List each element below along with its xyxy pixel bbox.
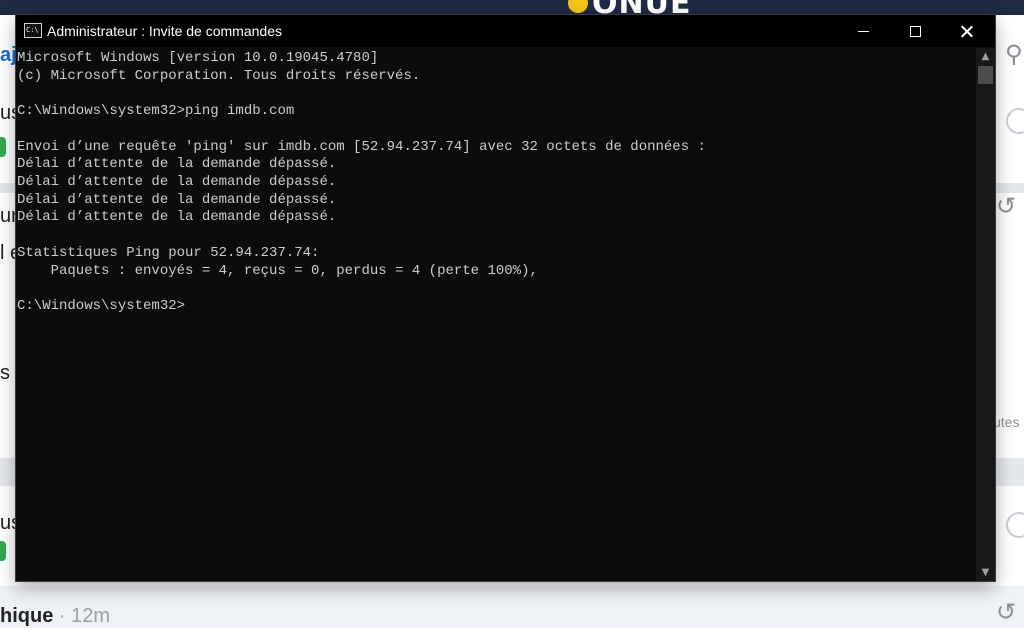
console-line: Statistiques Ping pour 52.94.237.74: (17, 245, 320, 261)
console-line: Délai d’attente de la demande dépassé. (17, 192, 337, 208)
scrollbar-thumb[interactable] (978, 66, 993, 84)
console-output[interactable]: Microsoft Windows [version 10.0.19045.47… (16, 48, 976, 581)
console-line: C:\Windows\system32>ping imdb.com (17, 103, 295, 119)
console-line: Délai d’attente de la demande dépassé. (17, 209, 337, 225)
console-line: Envoi d’une requête 'ping' sur imdb.com … (17, 139, 706, 155)
background-logo: ONUE (568, 0, 691, 16)
background-post-title: hique · 12m (0, 605, 110, 628)
history-icon[interactable]: ↺ (996, 192, 1016, 220)
background-text-snippet: s (0, 362, 10, 384)
post-time: · 12m (58, 605, 111, 627)
scroll-up-icon[interactable]: ▲ (976, 48, 995, 65)
vertical-scrollbar[interactable]: ▲ ▼ (976, 48, 995, 581)
console-line: (c) Microsoft Corporation. Tous droits r… (17, 68, 421, 84)
close-button[interactable] (944, 15, 990, 47)
background-link-snippet[interactable]: aj (0, 44, 17, 67)
window-title: Administrateur : Invite de commandes (47, 23, 282, 39)
command-prompt-window[interactable]: C:\ Administrateur : Invite de commandes… (16, 15, 995, 581)
background-side-label: utes (993, 414, 1020, 430)
maximize-button[interactable] (892, 15, 938, 47)
maximize-icon (909, 25, 921, 37)
console-prompt[interactable]: C:\Windows\system32> (17, 297, 185, 315)
status-indicator (0, 541, 6, 561)
status-indicator (0, 137, 6, 157)
close-icon (961, 25, 973, 37)
history-icon[interactable]: ↺ (996, 598, 1016, 626)
cmd-app-icon[interactable]: C:\ (24, 23, 42, 38)
logo-dot (568, 0, 588, 13)
console-line: Délai d’attente de la demande dépassé. (17, 156, 337, 172)
console-line: Microsoft Windows [version 10.0.19045.47… (17, 50, 379, 66)
console-line: Paquets : envoyés = 4, reçus = 0, perdus… (17, 263, 538, 279)
search-icon[interactable]: ⚲ (1005, 40, 1023, 68)
title-bar[interactable]: C:\ Administrateur : Invite de commandes (16, 15, 995, 47)
minimize-button[interactable] (840, 15, 886, 47)
minimize-icon (857, 30, 869, 32)
background-header (0, 0, 1024, 15)
console-line: Délai d’attente de la demande dépassé. (17, 174, 337, 190)
logo-text: ONUE (592, 0, 691, 16)
post-title-text: hique (0, 605, 54, 627)
scroll-down-icon[interactable]: ▼ (976, 564, 995, 581)
